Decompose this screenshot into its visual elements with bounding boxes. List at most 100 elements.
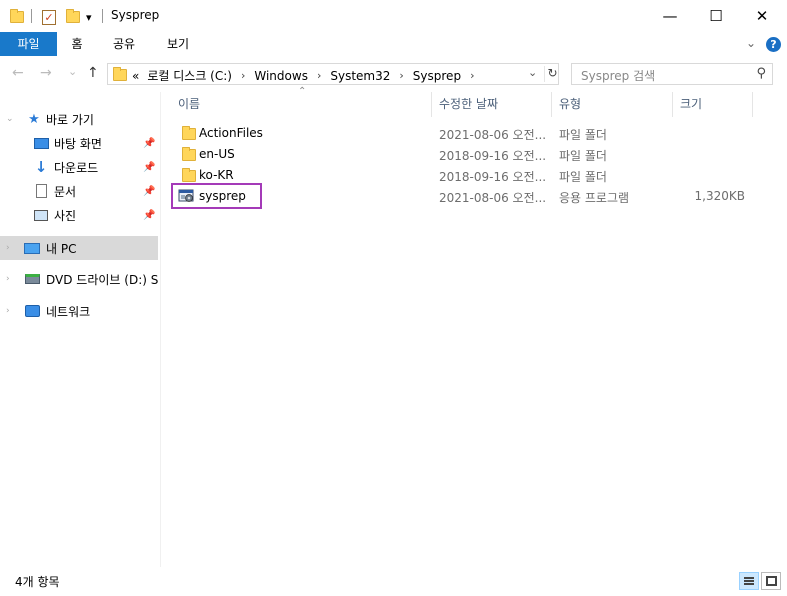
nav-item-label: 바로 가기: [46, 112, 94, 127]
search-placeholder: Sysprep 검색: [581, 69, 656, 83]
nav-item-network[interactable]: › 네트워크: [0, 299, 158, 323]
customize-toolbar-dropdown[interactable]: ▾: [86, 8, 92, 26]
column-header-modified[interactable]: 수정한 날짜: [439, 92, 549, 117]
pin-icon[interactable]: 📌: [143, 138, 155, 149]
nav-item-downloads[interactable]: ↓ 다운로드 📌: [0, 155, 158, 179]
breadcrumb: « 로컬 디스크 (C:) › Windows › System32 › Sys…: [132, 67, 483, 84]
navigation-pane: ⌄ ★ 바로 가기 바탕 화면 📌 ↓ 다운로드 📌 문서 📌 사진 📌 › 내…: [0, 92, 158, 567]
star-icon: ★: [28, 111, 40, 127]
highlight-box: [171, 183, 262, 209]
status-bar: 4개 항목: [0, 567, 787, 596]
table-row[interactable]: en-US 2018-09-16 오전... 파일 폴더: [170, 144, 770, 165]
details-view-button[interactable]: [739, 572, 759, 590]
nav-item-label: 사진: [54, 208, 77, 223]
tab-share[interactable]: 공유: [104, 32, 144, 56]
nav-item-label: 네트워크: [46, 304, 91, 319]
recent-locations-button[interactable]: ⌄: [68, 65, 77, 78]
chevron-right-icon[interactable]: ›: [6, 243, 10, 253]
folder-icon: [10, 8, 24, 26]
breadcrumb-system32[interactable]: System32: [330, 69, 390, 83]
column-header-size[interactable]: 크기: [680, 92, 750, 117]
minimize-button[interactable]: —: [647, 0, 693, 32]
file-modified: 2018-09-16 오전...: [439, 149, 547, 163]
file-name: ActionFiles: [199, 126, 263, 140]
forward-button[interactable]: →: [40, 65, 52, 81]
properties-icon[interactable]: ✓: [42, 8, 56, 26]
breadcrumb-windows[interactable]: Windows: [254, 69, 308, 83]
location-folder-icon: [113, 67, 127, 81]
file-type: 파일 폴더: [559, 128, 607, 142]
computer-icon: [24, 240, 40, 256]
folder-icon: [182, 147, 196, 161]
column-header-type[interactable]: 유형: [559, 92, 669, 117]
pin-icon[interactable]: 📌: [143, 210, 155, 221]
chevron-right-icon[interactable]: ›: [6, 306, 10, 316]
nav-item-dvd-drive[interactable]: › DVD 드라이브 (D:) S: [0, 267, 158, 291]
new-folder-icon[interactable]: [66, 8, 80, 26]
chevron-right-icon[interactable]: ›: [6, 274, 10, 284]
column-divider[interactable]: [551, 92, 552, 117]
nav-item-label: 문서: [54, 184, 77, 199]
file-modified: 2021-08-06 오전...: [439, 191, 547, 205]
column-divider[interactable]: [431, 92, 432, 117]
file-type: 파일 폴더: [559, 149, 607, 163]
close-button[interactable]: ✕: [739, 0, 785, 32]
large-icons-view-icon: [766, 576, 777, 586]
nav-item-this-pc[interactable]: › 내 PC: [0, 236, 158, 260]
file-name: ko-KR: [199, 168, 234, 182]
network-icon: [24, 303, 40, 319]
file-name: en-US: [199, 147, 235, 161]
column-header-name[interactable]: 이름: [178, 92, 430, 117]
breadcrumb-local-disk[interactable]: 로컬 디스크 (C:): [147, 67, 232, 84]
details-view-icon: [744, 577, 754, 585]
tab-home[interactable]: 홈: [62, 32, 92, 56]
ribbon-tabs: 파일 홈 공유 보기 ⌄ ?: [0, 32, 787, 56]
breadcrumb-sysprep[interactable]: Sysprep: [413, 69, 461, 83]
file-modified: 2021-08-06 오전...: [439, 128, 547, 142]
up-button[interactable]: ↑: [87, 65, 99, 81]
breadcrumb-overflow[interactable]: «: [132, 69, 139, 83]
tab-file[interactable]: 파일: [0, 32, 57, 56]
folder-icon: [182, 126, 196, 140]
title-bar: ✓ ▾ Sysprep — ☐ ✕: [0, 0, 787, 32]
pane-divider[interactable]: [160, 92, 161, 567]
nav-item-quick-access[interactable]: ⌄ ★ 바로 가기: [0, 107, 158, 131]
back-button[interactable]: ←: [12, 65, 24, 81]
chevron-right-icon[interactable]: ›: [241, 69, 245, 82]
search-input[interactable]: Sysprep 검색 ⚲: [571, 63, 773, 85]
window-title: Sysprep: [111, 8, 160, 22]
maximize-button[interactable]: ☐: [693, 0, 739, 32]
chevron-right-icon[interactable]: ›: [399, 69, 403, 82]
desktop-icon: [33, 135, 49, 151]
pin-icon[interactable]: 📌: [143, 162, 155, 173]
column-divider[interactable]: [672, 92, 673, 117]
nav-item-label: 다운로드: [54, 160, 99, 175]
nav-item-pictures[interactable]: 사진 📌: [0, 203, 158, 227]
column-divider[interactable]: [752, 92, 753, 117]
chevron-right-icon[interactable]: ›: [470, 69, 474, 82]
search-icon[interactable]: ⚲: [756, 66, 766, 81]
file-type: 응용 프로그램: [559, 191, 630, 205]
nav-item-documents[interactable]: 문서 📌: [0, 179, 158, 203]
nav-item-label: 바탕 화면: [54, 136, 102, 151]
dvd-drive-icon: [24, 271, 40, 287]
file-modified: 2018-09-16 오전...: [439, 170, 547, 184]
address-history-dropdown[interactable]: ⌄: [528, 66, 537, 79]
item-count: 4개 항목: [15, 575, 60, 589]
chevron-down-icon[interactable]: ⌄: [6, 114, 14, 124]
help-icon[interactable]: ?: [766, 37, 781, 52]
table-row[interactable]: ActionFiles 2021-08-06 오전... 파일 폴더: [170, 123, 770, 144]
nav-item-desktop[interactable]: 바탕 화면 📌: [0, 131, 158, 155]
refresh-icon[interactable]: ↻: [544, 66, 560, 82]
tab-view[interactable]: 보기: [158, 32, 198, 56]
navigation-bar: ← → ⌄ ↑ « 로컬 디스크 (C:) › Windows › System…: [0, 56, 787, 92]
download-arrow-icon: ↓: [34, 158, 48, 176]
pin-icon[interactable]: 📌: [143, 186, 155, 197]
large-icons-view-button[interactable]: [761, 572, 781, 590]
nav-item-label: 내 PC: [46, 241, 77, 256]
file-size: 1,320KB: [694, 189, 745, 203]
picture-icon: [33, 207, 49, 223]
address-bar[interactable]: « 로컬 디스크 (C:) › Windows › System32 › Sys…: [107, 63, 559, 85]
expand-ribbon-button[interactable]: ⌄: [746, 36, 756, 50]
chevron-right-icon[interactable]: ›: [317, 69, 321, 82]
